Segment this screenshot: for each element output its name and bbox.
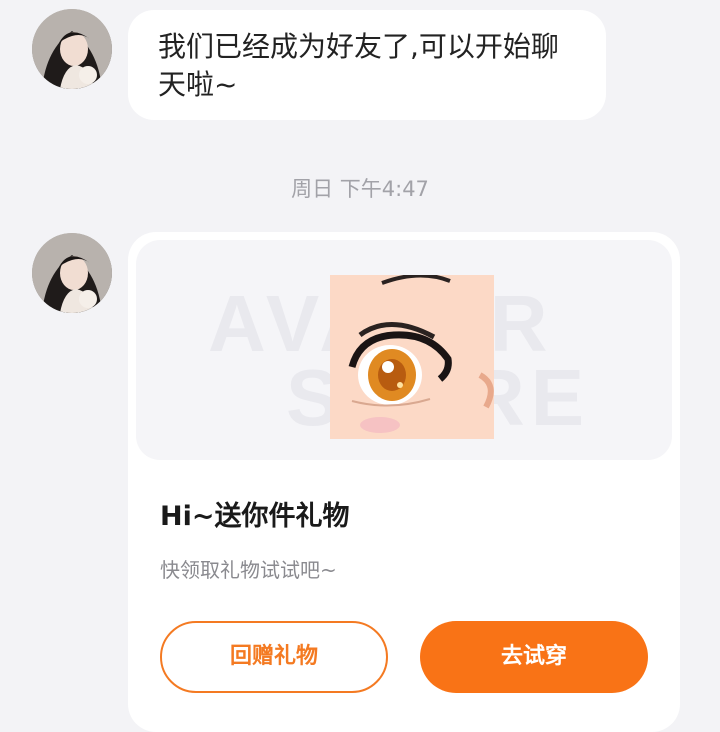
gift-banner: AVATAR STORE — [136, 240, 672, 460]
message-timestamp: 周日 下午4:47 — [291, 177, 429, 201]
gift-card-subtitle: 快领取礼物试试吧~ — [160, 558, 337, 582]
try-on-button[interactable]: 去试穿 — [420, 621, 648, 693]
anime-eye-gift-image — [330, 275, 494, 439]
chat-message-bubble[interactable]: 我们已经成为好友了,可以开始聊天啦~ — [128, 10, 606, 120]
chat-message-text: 我们已经成为好友了,可以开始聊天啦~ — [158, 30, 559, 101]
avatar-photo-icon — [32, 9, 112, 89]
avatar-photo-icon — [32, 233, 112, 313]
sender-avatar[interactable] — [32, 9, 112, 89]
gift-card[interactable]: AVATAR STORE Hi~送你件礼物 快领取礼物试试吧~ 回赠礼物 去试穿 — [128, 232, 680, 732]
return-gift-button[interactable]: 回赠礼物 — [160, 621, 388, 693]
gift-card-title: Hi~送你件礼物 — [160, 501, 350, 532]
sender-avatar[interactable] — [32, 233, 112, 313]
